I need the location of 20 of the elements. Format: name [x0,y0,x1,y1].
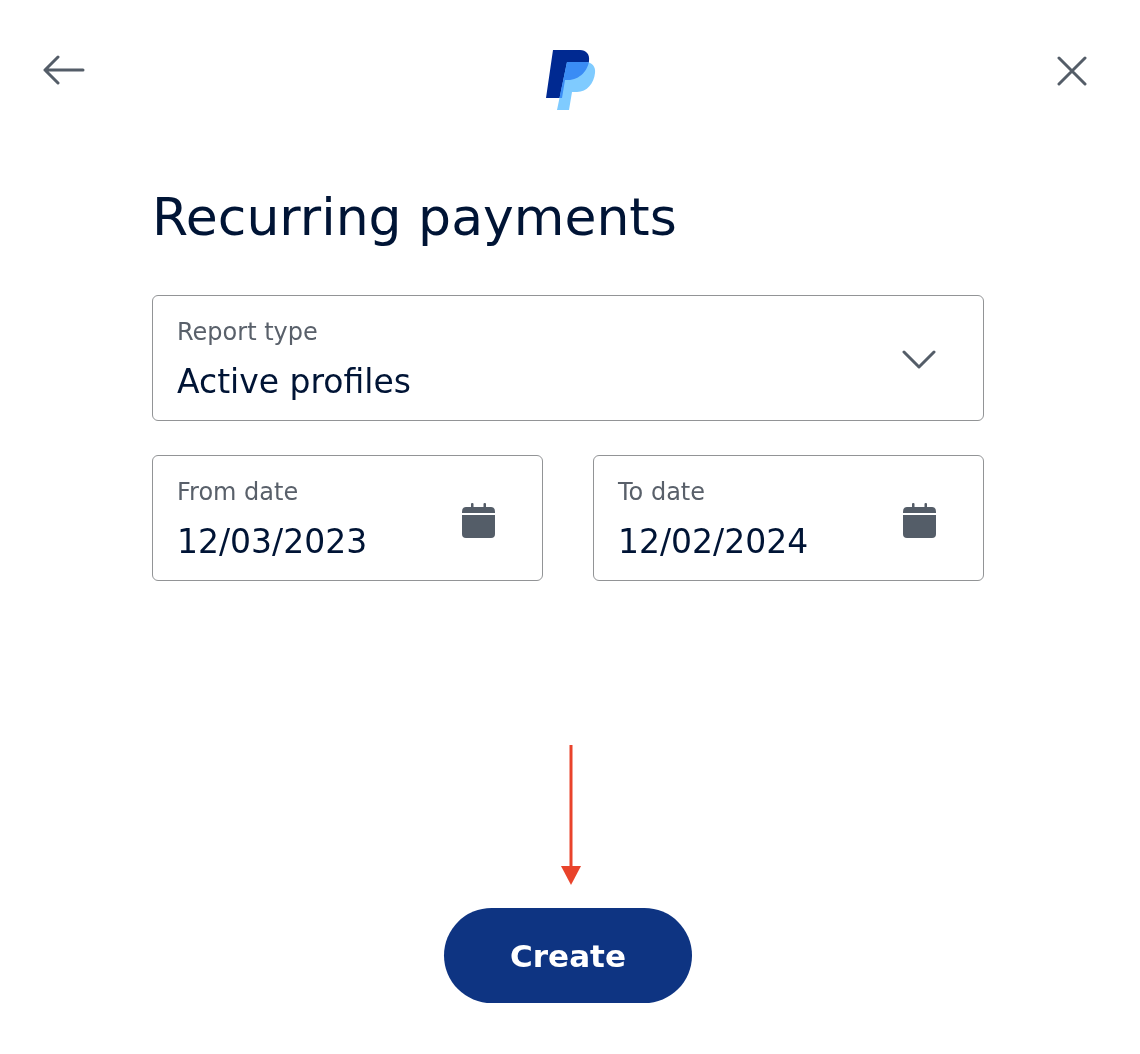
date-field[interactable]: From date 12/03/2023 [152,455,543,581]
calendar-icon [462,502,495,538]
date-field[interactable]: To date 12/02/2024 [593,455,984,581]
field-value: 12/02/2024 [618,522,809,562]
field-label: Report type [177,318,318,346]
report-type-select[interactable]: Report type Active profiles [152,295,984,421]
close-icon [1057,56,1087,86]
back-arrow-icon [43,55,85,85]
logo-icon [546,50,596,110]
create-button[interactable]: Create [444,908,692,1003]
field-value: 12/03/2023 [177,522,368,562]
back-button[interactable] [43,55,85,85]
down-arrow-icon [561,745,581,885]
field-label: From date [177,478,299,506]
field-label: To date [618,478,705,506]
field-value: Active profiles [177,362,411,402]
page-title: Recurring payments [152,186,678,248]
calendar-icon [903,502,936,538]
chevron-down-icon [902,350,936,370]
close-button[interactable] [1057,56,1087,86]
